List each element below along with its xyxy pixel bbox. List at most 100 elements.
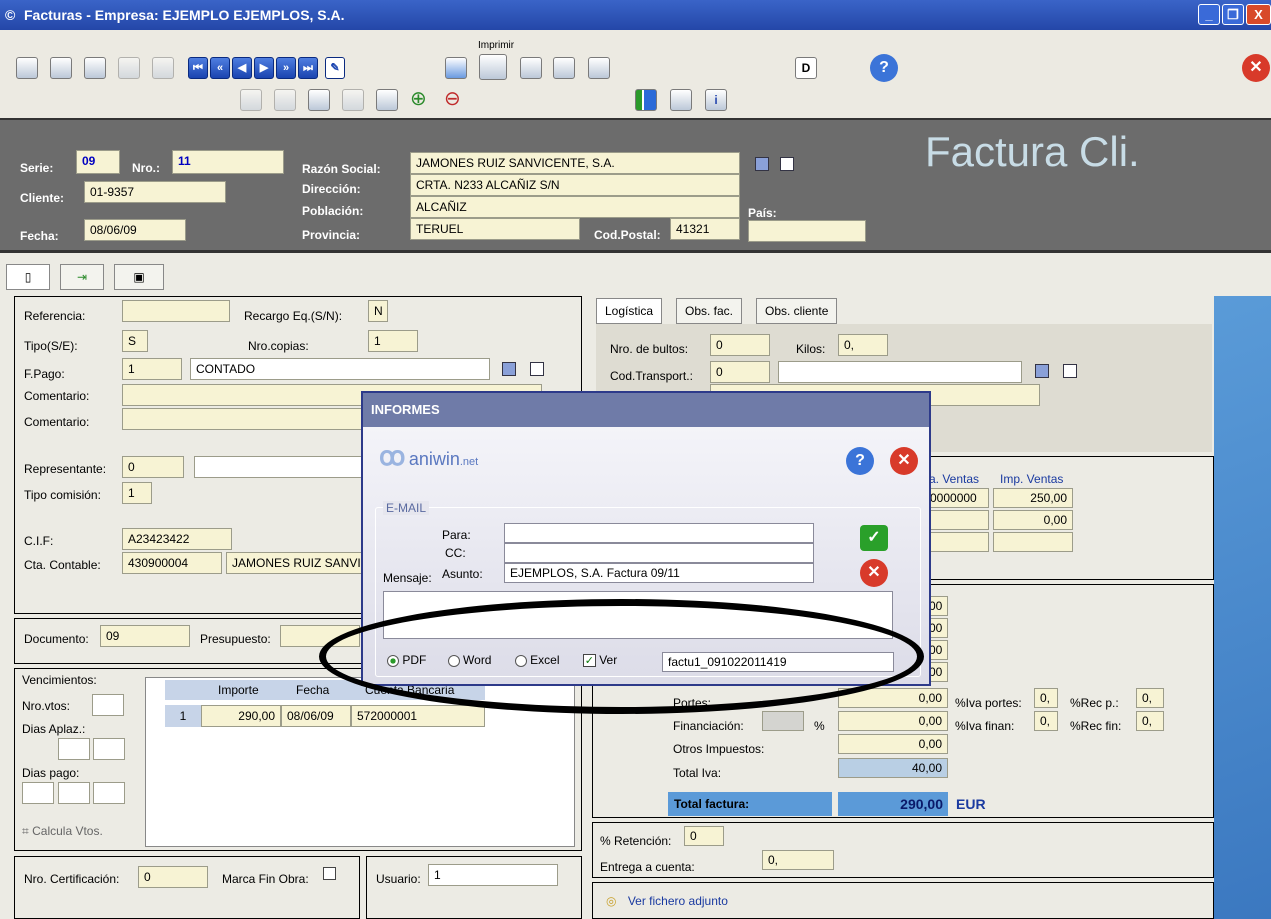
prev-page-icon[interactable]: « xyxy=(210,57,230,79)
cp-field[interactable]: 41321 xyxy=(670,218,740,240)
exit-icon[interactable]: ✕ xyxy=(1242,54,1270,82)
row-fecha-cell[interactable]: 08/06/09 xyxy=(281,705,351,727)
copias-field[interactable]: 1 xyxy=(368,330,418,352)
spellcheck-icon[interactable] xyxy=(376,89,398,111)
retencion-field[interactable]: 0 xyxy=(684,826,724,846)
last-record-icon[interactable]: ⏭ xyxy=(298,57,318,79)
dialog-help-icon[interactable]: ? xyxy=(846,447,874,475)
print-preview-icon[interactable] xyxy=(520,57,542,79)
copy-icon[interactable] xyxy=(308,89,330,111)
pais-field[interactable] xyxy=(748,220,866,242)
view-fpago-icon[interactable] xyxy=(530,362,544,376)
lookup-client-icon[interactable] xyxy=(755,157,769,171)
dias-pago-field-3[interactable] xyxy=(93,782,125,804)
zoom-out-icon[interactable]: ⊖ xyxy=(444,86,461,111)
fpago-code-field[interactable]: 1 xyxy=(122,358,182,380)
view-client-icon[interactable] xyxy=(780,157,794,171)
nro-field[interactable]: 11 xyxy=(172,150,284,174)
info-document-icon[interactable]: i xyxy=(705,89,727,111)
fin-pct-field[interactable] xyxy=(762,711,804,731)
dias-pago-field-1[interactable] xyxy=(22,782,54,804)
printer-icon[interactable] xyxy=(479,54,507,80)
serie-field[interactable]: 09 xyxy=(76,150,120,174)
new-document-icon[interactable] xyxy=(16,57,38,79)
lookup-transport-icon[interactable] xyxy=(1035,364,1049,378)
cancel-send-icon[interactable]: ✕ xyxy=(860,559,888,587)
ventas-cell-r2b[interactable]: 0,00 xyxy=(993,510,1073,530)
referencia-field[interactable] xyxy=(122,300,230,322)
iva-fin-field[interactable]: 0, xyxy=(1034,711,1058,731)
dias-aplaz-field-1[interactable] xyxy=(58,738,90,760)
prev-record-icon[interactable]: ◀ xyxy=(232,57,252,79)
row-cuenta-cell[interactable]: 572000001 xyxy=(351,705,485,727)
cliente-field[interactable]: 01-9357 xyxy=(84,181,226,203)
window-icon[interactable] xyxy=(445,57,467,79)
first-record-icon[interactable]: ⏮ xyxy=(188,57,208,79)
total-line-3[interactable]: 00 xyxy=(928,640,948,660)
dias-pago-field-2[interactable] xyxy=(58,782,90,804)
transport-name-field[interactable] xyxy=(778,361,1022,383)
ver-adjunto-link[interactable]: ◎ Ver fichero adjunto xyxy=(606,894,728,908)
lookup-fpago-icon[interactable] xyxy=(502,362,516,376)
rec-p-field[interactable]: 0, xyxy=(1136,688,1164,708)
provincia-field[interactable]: TERUEL xyxy=(410,218,580,240)
screen-icon[interactable] xyxy=(553,57,575,79)
total-line-4[interactable]: 00 xyxy=(928,662,948,682)
total-line-1[interactable]: 00 xyxy=(928,596,948,616)
ventas-cell-r1b[interactable]: 250,00 xyxy=(993,488,1073,508)
stack-icon[interactable] xyxy=(118,57,140,79)
cc-field[interactable] xyxy=(504,543,814,563)
paste-icon[interactable] xyxy=(342,89,364,111)
stethoscope-icon[interactable] xyxy=(670,89,692,111)
para-field[interactable] xyxy=(504,523,814,543)
tipo-field[interactable]: S xyxy=(122,330,148,352)
undo-icon[interactable] xyxy=(152,57,174,79)
direccion-field[interactable]: CRTA. N233 ALCAÑIZ S/N xyxy=(410,174,740,196)
iva-portes-field[interactable]: 0, xyxy=(1034,688,1058,708)
transport-field[interactable]: 0 xyxy=(710,361,770,383)
ventas-cell-r3b[interactable] xyxy=(993,532,1073,552)
kilos-field[interactable]: 0, xyxy=(838,334,888,356)
bultos-field[interactable]: 0 xyxy=(710,334,770,356)
ventas-cell-r2a[interactable] xyxy=(929,510,989,530)
fecha-field[interactable]: 08/06/09 xyxy=(84,219,186,241)
calcula-vtos-button[interactable]: ⌗ Calcula Vtos. xyxy=(22,824,103,839)
pdf-document-icon[interactable]: D xyxy=(795,57,817,79)
tab-lines[interactable]: ⇥ xyxy=(60,264,104,290)
usuario-field[interactable]: 1 xyxy=(428,864,558,886)
dialog-close-icon[interactable]: ✕ xyxy=(890,447,918,475)
comision-field[interactable]: 1 xyxy=(122,482,152,504)
search-record-icon[interactable]: ✎ xyxy=(325,57,345,79)
tab-obs-fac[interactable]: Obs. fac. xyxy=(676,298,743,324)
tab-extra[interactable]: ▣ xyxy=(114,264,164,290)
fin-field[interactable]: 0,00 xyxy=(838,711,948,731)
otros-field[interactable]: 0,00 xyxy=(838,734,948,754)
next-record-icon[interactable]: ▶ xyxy=(254,57,274,79)
close-window-button[interactable]: X xyxy=(1246,4,1271,25)
marca-checkbox[interactable] xyxy=(323,867,336,880)
next-page-icon[interactable]: » xyxy=(276,57,296,79)
row-importe-cell[interactable]: 290,00 xyxy=(201,705,281,727)
ventas-cell-r3a[interactable] xyxy=(929,532,989,552)
tab-general[interactable]: ▯ xyxy=(6,264,50,290)
entrega-field[interactable]: 0, xyxy=(762,850,834,870)
rec-fin-field[interactable]: 0, xyxy=(1136,711,1164,731)
recargo-field[interactable]: N xyxy=(368,300,388,322)
razon-field[interactable]: JAMONES RUIZ SANVICENTE, S.A. xyxy=(410,152,740,174)
cert-field[interactable]: 0 xyxy=(138,866,208,888)
delete-document-icon[interactable] xyxy=(50,57,72,79)
bar-chart-icon[interactable] xyxy=(635,89,657,111)
zoom-in-icon[interactable]: ⊕ xyxy=(410,86,427,111)
nrovtos-field[interactable] xyxy=(92,694,124,716)
maximize-button[interactable]: ❐ xyxy=(1222,4,1244,25)
asunto-field[interactable]: EJEMPLOS, S.A. Factura 09/11 xyxy=(504,563,814,583)
table-remove-icon[interactable] xyxy=(274,89,296,111)
view-transport-icon[interactable] xyxy=(1063,364,1077,378)
tab-logistica[interactable]: Logística xyxy=(596,298,663,324)
send-button[interactable]: ✓ xyxy=(860,525,888,551)
edit-document-icon[interactable] xyxy=(84,57,106,79)
dias-aplaz-field-2[interactable] xyxy=(93,738,125,760)
cif-field[interactable]: A23423422 xyxy=(122,528,232,550)
documento-field[interactable]: 09 xyxy=(100,625,190,647)
tab-obs-cliente[interactable]: Obs. cliente xyxy=(756,298,838,324)
